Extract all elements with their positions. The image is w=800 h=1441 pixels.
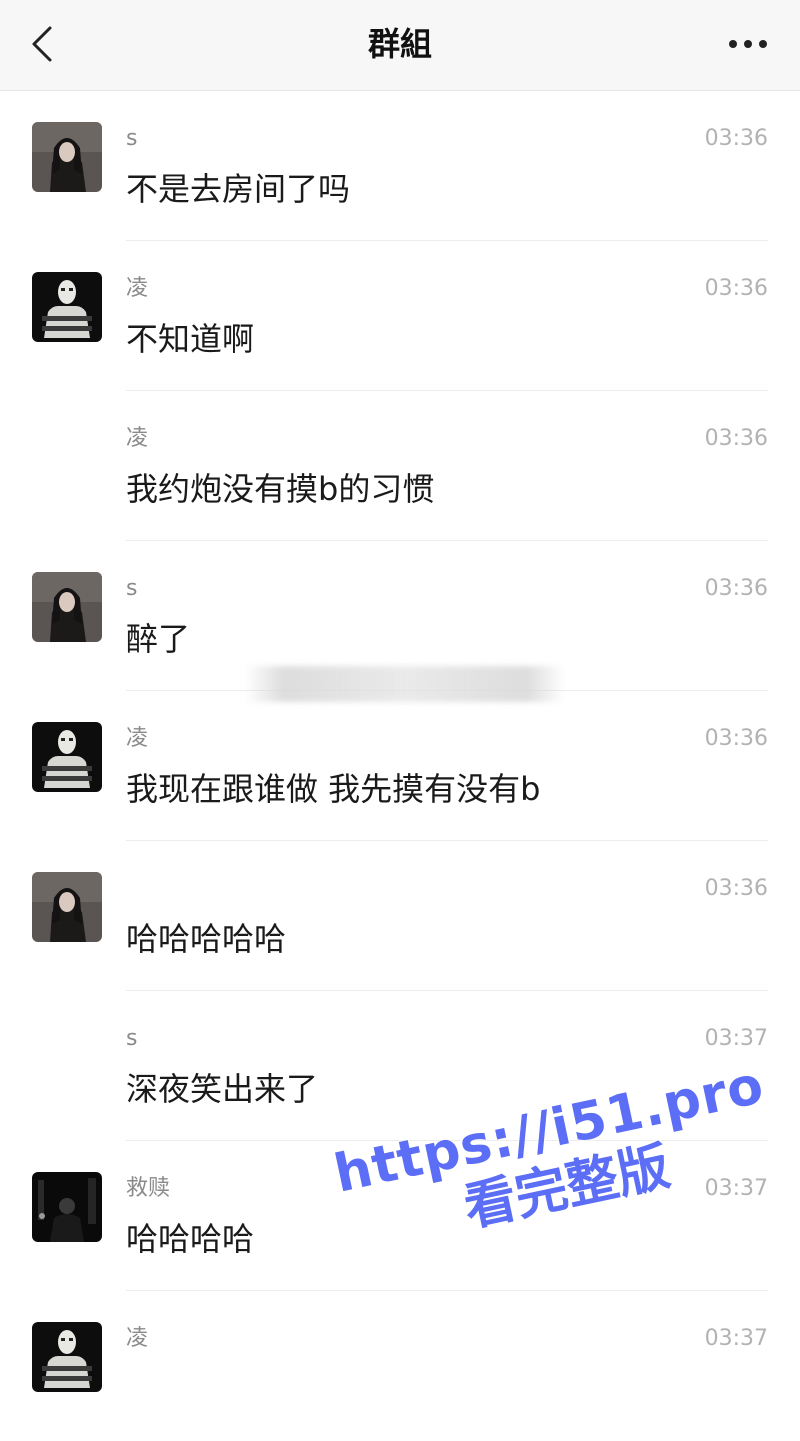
mask-avatar-icon bbox=[32, 722, 102, 792]
sender-name: 凌 bbox=[126, 426, 149, 451]
sender-name: s bbox=[126, 1026, 138, 1051]
mask-avatar-icon bbox=[32, 1322, 102, 1392]
message-text: 深夜笑出来了 bbox=[126, 1070, 319, 1108]
sender-name: s bbox=[126, 576, 138, 601]
message-time: 03:37 bbox=[704, 1326, 768, 1351]
more-horizontal-icon bbox=[729, 40, 767, 48]
girl-avatar-icon bbox=[32, 122, 102, 192]
message-item[interactable]: 03:36 哈哈哈哈哈 bbox=[0, 841, 800, 991]
message-item[interactable]: s 03:36 不是去房间了吗 bbox=[0, 91, 800, 241]
message-text: 醉了 bbox=[126, 620, 191, 658]
avatar[interactable] bbox=[32, 122, 102, 192]
message-item[interactable]: 凌 03:36 我现在跟谁做 我先摸有没有b bbox=[0, 691, 800, 841]
message-item[interactable]: 凌 03:36 我约炮没有摸b的习惯 bbox=[0, 391, 800, 541]
sender-name: 凌 bbox=[126, 276, 149, 301]
dark-avatar-icon bbox=[32, 1172, 102, 1242]
avatar[interactable] bbox=[32, 1322, 102, 1392]
avatar[interactable] bbox=[32, 1172, 102, 1242]
message-text: 不是去房间了吗 bbox=[126, 170, 351, 208]
sender-name: 救赎 bbox=[126, 1176, 171, 1201]
message-text: 我现在跟谁做 我先摸有没有b bbox=[126, 770, 541, 808]
sender-name: 凌 bbox=[126, 1326, 149, 1351]
blurred-region bbox=[245, 666, 565, 702]
avatar[interactable] bbox=[32, 272, 102, 342]
avatar[interactable] bbox=[32, 572, 102, 642]
page-title: 群組 bbox=[367, 25, 432, 63]
message-time: 03:37 bbox=[704, 1026, 768, 1051]
message-text: 哈哈哈哈 bbox=[126, 1220, 255, 1258]
message-time: 03:36 bbox=[704, 276, 768, 301]
avatar[interactable] bbox=[32, 722, 102, 792]
sender-name: 凌 bbox=[126, 726, 149, 751]
girl-avatar-icon bbox=[32, 572, 102, 642]
message-time: 03:36 bbox=[704, 576, 768, 601]
top-bar: 群組 bbox=[0, 0, 800, 91]
message-text: 哈哈哈哈哈 bbox=[126, 920, 287, 958]
mask-avatar-icon bbox=[32, 272, 102, 342]
more-button[interactable] bbox=[720, 20, 776, 68]
message-text: 我约炮没有摸b的习惯 bbox=[126, 470, 435, 508]
message-time: 03:36 bbox=[704, 876, 768, 901]
sender-name: s bbox=[126, 126, 138, 151]
message-item[interactable]: 凌 03:37 bbox=[0, 1291, 800, 1441]
message-time: 03:36 bbox=[704, 126, 768, 151]
message-item[interactable]: 凌 03:36 不知道啊 bbox=[0, 241, 800, 391]
message-time: 03:36 bbox=[704, 726, 768, 751]
avatar[interactable] bbox=[32, 872, 102, 942]
message-text: 不知道啊 bbox=[126, 320, 255, 358]
message-time: 03:36 bbox=[704, 426, 768, 451]
girl-avatar-icon bbox=[32, 872, 102, 942]
